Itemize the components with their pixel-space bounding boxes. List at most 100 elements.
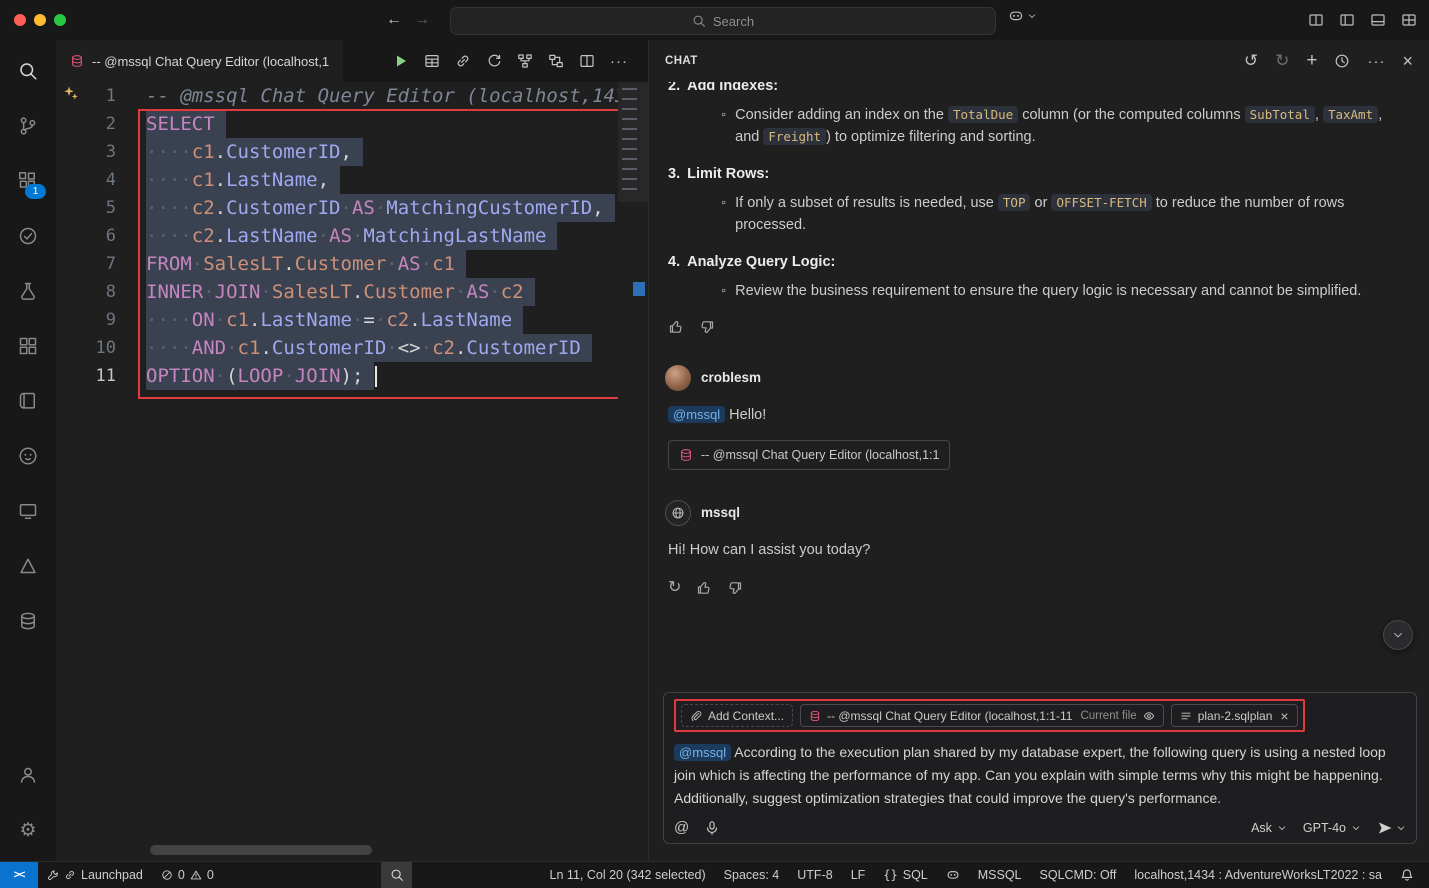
copilot-status-item[interactable] xyxy=(937,862,969,888)
code-line[interactable]: 10····AND·c1.CustomerID·<>·c2.CustomerID xyxy=(56,334,648,362)
zoom-indicator[interactable] xyxy=(381,862,412,888)
editor-tab[interactable]: -- @mssql Chat Query Editor (localhost,1 xyxy=(56,40,344,82)
search-icon xyxy=(390,868,404,882)
remote-indicator[interactable]: >< xyxy=(0,862,38,888)
activity-testing[interactable] xyxy=(4,212,52,260)
schema-compare-icon[interactable] xyxy=(548,53,564,69)
microphone-icon[interactable] xyxy=(704,820,720,836)
history-icon[interactable] xyxy=(1334,53,1350,69)
activity-remote-explorer[interactable] xyxy=(4,487,52,535)
model-dropdown[interactable]: GPT-4o xyxy=(1303,821,1361,835)
remove-context-icon[interactable]: × xyxy=(1280,708,1288,724)
sqlcmd-item[interactable]: SQLCMD: Off xyxy=(1031,862,1126,888)
activity-docs[interactable] xyxy=(4,377,52,425)
thumbs-down-icon[interactable] xyxy=(727,580,743,596)
thumbs-up-icon[interactable] xyxy=(668,319,684,335)
agent-name: mssql xyxy=(701,502,740,524)
layout-columns-icon[interactable] xyxy=(1308,12,1324,28)
thumbs-down-icon[interactable] xyxy=(699,319,715,335)
close-icon[interactable]: × xyxy=(1402,51,1413,72)
settings-button[interactable]: ⚙ xyxy=(4,806,52,854)
code-line[interactable]: 4····c1.LastName, xyxy=(56,166,648,194)
regenerate-icon[interactable]: ↻ xyxy=(668,577,681,599)
add-context-button[interactable]: Add Context... xyxy=(681,704,793,727)
more-actions-icon[interactable]: ··· xyxy=(610,53,628,70)
activity-search[interactable] xyxy=(4,47,52,95)
undo-icon[interactable]: ↺ xyxy=(1244,51,1258,71)
line-number: 2 xyxy=(56,110,116,138)
mention-icon[interactable]: @ xyxy=(674,819,689,836)
launchpad-item[interactable]: Launchpad xyxy=(38,862,152,888)
code-line[interactable]: 9····ON·c1.LastName·=·c2.LastName xyxy=(56,306,648,334)
editor-group: -- @mssql Chat Query Editor (localhost,1… xyxy=(56,40,648,862)
mssql-item[interactable]: MSSQL xyxy=(969,862,1031,888)
attachment-label: -- @mssql Chat Query Editor (localhost,1… xyxy=(701,444,939,466)
redo-icon[interactable]: ↻ xyxy=(1275,51,1289,71)
zoom-window-button[interactable] xyxy=(54,14,66,26)
activity-run-queries[interactable] xyxy=(4,267,52,315)
context-plan-chip[interactable]: plan-2.sqlplan × xyxy=(1171,704,1298,727)
code-line[interactable]: 7FROM·SalesLT.Customer·AS·c1 xyxy=(56,250,648,278)
minimap[interactable] xyxy=(618,82,648,862)
activity-azure[interactable] xyxy=(4,542,52,590)
activity-components[interactable] xyxy=(4,322,52,370)
eye-icon[interactable] xyxy=(1143,710,1155,722)
cursor-position-item[interactable]: Ln 11, Col 20 (342 selected) xyxy=(541,862,715,888)
chat-message-list[interactable]: 2. Add Indexes: ◦ Consider adding an ind… xyxy=(649,82,1429,658)
activity-source-control[interactable] xyxy=(4,102,52,150)
context-file-chip[interactable]: -- @mssql Chat Query Editor (localhost,1… xyxy=(800,704,1164,727)
results-grid-icon[interactable] xyxy=(424,53,440,69)
minimize-window-button[interactable] xyxy=(34,14,46,26)
estimated-plan-icon[interactable] xyxy=(486,53,502,69)
encoding-item[interactable]: UTF-8 xyxy=(788,862,841,888)
context-file-meta: Current file xyxy=(1080,710,1136,722)
code-line[interactable]: 5····c2.CustomerID·AS·MatchingCustomerID… xyxy=(56,194,648,222)
copilot-sparkle-icon[interactable] xyxy=(63,85,79,101)
send-icon xyxy=(1377,820,1393,836)
activity-extensions[interactable]: 1 xyxy=(4,157,52,205)
split-editor-icon[interactable] xyxy=(579,53,595,69)
chat-prompt-input[interactable]: @mssql According to the execution plan s… xyxy=(674,741,1406,810)
new-chat-icon[interactable]: + xyxy=(1306,50,1317,72)
run-icon[interactable] xyxy=(393,53,409,69)
layout-panel-icon[interactable] xyxy=(1370,12,1386,28)
bullet-marker: ◦ xyxy=(721,104,726,148)
schema-designer-icon[interactable] xyxy=(517,53,533,69)
scroll-to-bottom-button[interactable] xyxy=(1383,620,1413,650)
code-line[interactable]: 3····c1.CustomerID, xyxy=(56,138,648,166)
thumbs-up-icon[interactable] xyxy=(696,580,712,596)
assistant-message-header: mssql xyxy=(665,500,1393,526)
code-line[interactable]: 11OPTION·(LOOP·JOIN); xyxy=(56,362,648,390)
code-line[interactable]: 6····c2.LastName·AS·MatchingLastName xyxy=(56,222,648,250)
link-icon[interactable] xyxy=(455,53,471,69)
command-center-search[interactable]: Search xyxy=(450,7,996,35)
activity-mssql[interactable] xyxy=(4,597,52,645)
code-line[interactable]: 8INNER·JOIN·SalesLT.Customer·AS·c2 xyxy=(56,278,648,306)
mode-dropdown[interactable]: Ask xyxy=(1251,821,1287,835)
language-item[interactable]: {} SQL xyxy=(874,862,936,888)
close-window-button[interactable] xyxy=(14,14,26,26)
account-menu[interactable] xyxy=(1008,8,1037,24)
code-editor[interactable]: 1-- @mssql Chat Query Editor (localhost,… xyxy=(56,82,648,862)
connection-item[interactable]: localhost,1434 : AdventureWorksLT2022 : … xyxy=(1125,862,1391,888)
notifications-item[interactable] xyxy=(1391,862,1423,888)
code-line[interactable]: 1-- @mssql Chat Query Editor (localhost,… xyxy=(56,82,648,110)
forward-icon[interactable]: → xyxy=(414,11,430,29)
indentation-item[interactable]: Spaces: 4 xyxy=(715,862,789,888)
accounts-button[interactable] xyxy=(4,751,52,799)
layout-sidebar-icon[interactable] xyxy=(1339,12,1355,28)
layout-grid-icon[interactable] xyxy=(1401,12,1417,28)
problems-item[interactable]: 0 0 xyxy=(152,862,223,888)
horizontal-scrollbar[interactable] xyxy=(150,845,372,855)
bullet-text: Consider adding an index on the TotalDue… xyxy=(735,104,1393,148)
send-button[interactable] xyxy=(1377,820,1406,836)
eol-item[interactable]: LF xyxy=(842,862,875,888)
chat-input-box[interactable]: Add Context... -- @mssql Chat Query Edit… xyxy=(663,692,1417,844)
back-icon[interactable]: ← xyxy=(386,11,402,29)
activity-github[interactable] xyxy=(4,432,52,480)
more-icon[interactable]: ··· xyxy=(1367,53,1385,70)
attached-file-chip[interactable]: -- @mssql Chat Query Editor (localhost,1… xyxy=(668,440,950,470)
minimap-slider[interactable] xyxy=(618,82,648,202)
code-line[interactable]: 2SELECT xyxy=(56,110,648,138)
book-icon xyxy=(18,391,38,411)
